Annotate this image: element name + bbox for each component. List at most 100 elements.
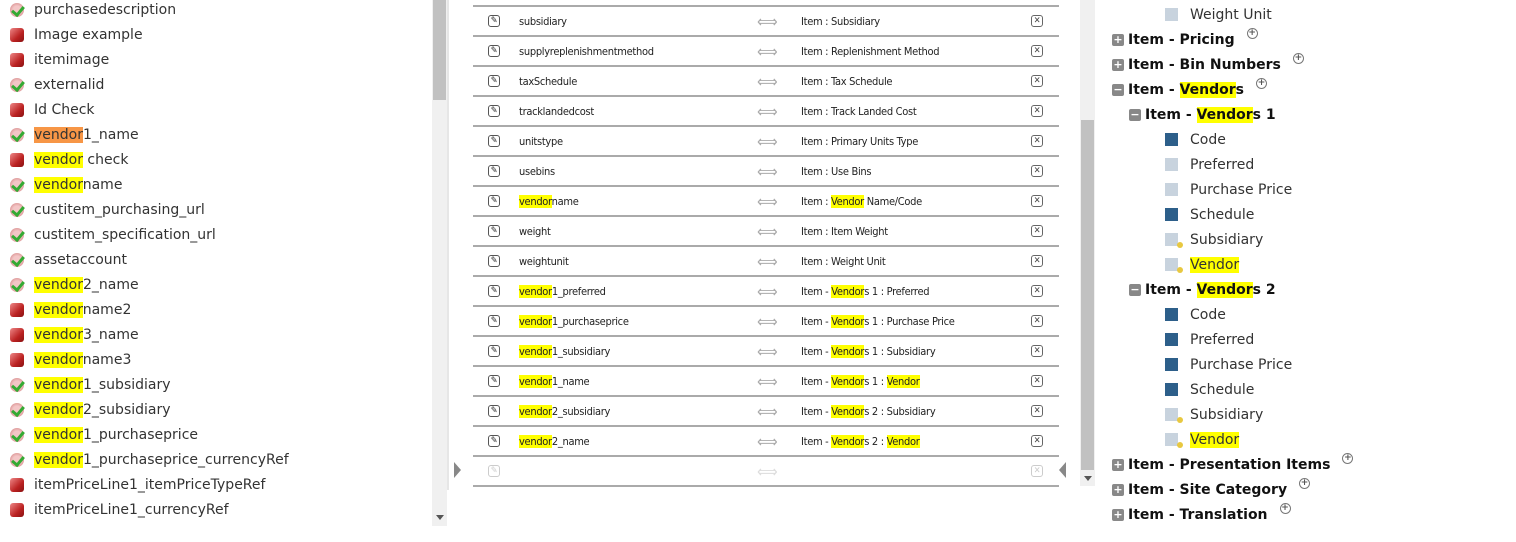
tree-field[interactable]: Purchase Price [1165,177,1292,202]
delete-icon[interactable]: ✕ [1031,195,1043,207]
delete-icon[interactable]: ✕ [1031,45,1043,57]
add-circle-icon[interactable]: + [1342,453,1354,464]
source-field-item[interactable]: itemPriceLine1_currencyRef [10,497,229,522]
source-field-item[interactable]: custitem_purchasing_url [10,197,205,222]
add-circle-icon[interactable]: + [1299,478,1311,489]
edit-icon[interactable]: ✎ [488,45,500,57]
source-field-item[interactable]: vendor2_name [10,272,139,297]
collapse-icon[interactable]: − [1112,83,1124,96]
delete-icon[interactable]: ✕ [1031,105,1043,117]
add-circle-icon[interactable]: + [1292,53,1304,64]
collapse-icon[interactable]: − [1129,283,1141,296]
tree-group[interactable]: − Item - Vendors 1 [1129,102,1276,127]
field-label: itemimage [34,52,109,68]
edit-icon[interactable]: ✎ [488,285,500,297]
mapping-scrollbar[interactable] [1080,0,1095,486]
source-field-item[interactable]: vendor1_purchaseprice_currencyRef [10,447,289,472]
source-field-item[interactable]: vendor1_subsidiary [10,372,171,397]
source-field-item[interactable]: vendor1_name [10,122,139,147]
delete-icon[interactable]: ✕ [1031,135,1043,147]
expand-icon[interactable]: + [1112,508,1124,521]
delete-icon[interactable]: ✕ [1031,225,1043,237]
field-label: vendor2_subsidiary [34,401,171,418]
add-circle-icon[interactable]: + [1246,28,1258,39]
edit-icon[interactable]: ✎ [488,75,500,87]
source-field-item[interactable]: vendor3_name [10,322,139,347]
delete-icon[interactable]: ✕ [1031,345,1043,357]
delete-icon[interactable]: ✕ [1031,375,1043,387]
expand-icon[interactable]: + [1112,33,1124,46]
expand-icon[interactable]: + [1112,458,1124,471]
delete-icon[interactable]: ✕ [1031,465,1043,477]
tree-field[interactable]: Schedule [1165,202,1254,227]
tree-field[interactable]: Subsidiary [1165,402,1263,427]
scrollbar-thumb[interactable] [433,0,446,100]
mapped-check-icon [10,452,24,467]
tree-group[interactable]: + Item - Pricing + [1112,27,1258,52]
tree-group[interactable]: + Item - Bin Numbers + [1112,52,1304,77]
scroll-down-arrow[interactable] [436,515,444,520]
edit-icon[interactable]: ✎ [488,165,500,177]
source-field-item[interactable]: itemimage [10,47,109,72]
scrollbar-thumb[interactable] [1081,120,1094,470]
delete-icon[interactable]: ✕ [1031,75,1043,87]
tree-group[interactable]: − Item - Vendors 2 [1129,277,1276,302]
source-field-item[interactable]: vendorname [10,172,122,197]
tree-field[interactable]: Vendor [1165,427,1240,452]
source-field-item[interactable]: assetaccount [10,247,127,272]
collapse-icon[interactable]: − [1129,108,1141,121]
tree-field[interactable]: Purchase Price [1165,352,1292,377]
edit-icon[interactable]: ✎ [488,465,500,477]
edit-icon[interactable]: ✎ [488,435,500,447]
delete-icon[interactable]: ✕ [1031,15,1043,27]
source-field-item[interactable]: vendorname3 [10,347,131,372]
add-circle-icon[interactable]: + [1255,78,1267,89]
source-field-item[interactable]: vendor check [10,147,128,172]
expand-right-handle[interactable] [1059,462,1066,478]
edit-icon[interactable]: ✎ [488,255,500,267]
edit-icon[interactable]: ✎ [488,345,500,357]
tree-field[interactable]: Vendor [1165,252,1240,277]
source-field-item[interactable]: Id Check [10,97,95,122]
edit-icon[interactable]: ✎ [488,135,500,147]
source-scrollbar[interactable] [432,0,447,526]
edit-icon[interactable]: ✎ [488,375,500,387]
tree-group[interactable]: − Item - Vendors + [1112,77,1267,102]
edit-icon[interactable]: ✎ [488,315,500,327]
tree-field[interactable]: Preferred [1165,327,1254,352]
tree-group[interactable]: + Item - Presentation Items + [1112,452,1354,477]
source-field-item[interactable]: Image example [10,22,143,47]
tree-field[interactable]: Code [1165,127,1226,152]
tree-field[interactable]: Code [1165,302,1226,327]
delete-icon[interactable]: ✕ [1031,285,1043,297]
source-field-item[interactable]: custitem_specification_url [10,222,216,247]
edit-icon[interactable]: ✎ [488,195,500,207]
tree-field[interactable]: Preferred [1165,152,1254,177]
tree-group[interactable]: + Item - Translation + [1112,502,1291,527]
delete-icon[interactable]: ✕ [1031,315,1043,327]
expand-left-handle[interactable] [454,462,461,478]
tree-group[interactable]: + Item - Site Category + [1112,477,1311,502]
source-field-item[interactable]: vendor2_subsidiary [10,397,171,422]
delete-icon[interactable]: ✕ [1031,165,1043,177]
target-field: Item - Vendors 1 : Preferred [801,284,930,298]
scroll-down-arrow[interactable] [1084,476,1092,481]
delete-icon[interactable]: ✕ [1031,255,1043,267]
add-circle-icon[interactable]: + [1279,503,1291,514]
tree-field[interactable]: Schedule [1165,377,1254,402]
source-field-item[interactable]: vendorname2 [10,297,131,322]
source-field-item[interactable]: vendor1_purchaseprice [10,422,198,447]
edit-icon[interactable]: ✎ [488,105,500,117]
source-field-item[interactable]: externalid [10,72,104,97]
expand-icon[interactable]: + [1112,483,1124,496]
delete-icon[interactable]: ✕ [1031,405,1043,417]
expand-icon[interactable]: + [1112,58,1124,71]
source-field-item[interactable]: itemPriceLine1_itemPriceTypeRef [10,472,265,497]
edit-icon[interactable]: ✎ [488,405,500,417]
source-field-item[interactable]: purchasedescription [10,0,176,22]
tree-field[interactable]: Weight Unit [1165,2,1272,27]
edit-icon[interactable]: ✎ [488,225,500,237]
edit-icon[interactable]: ✎ [488,15,500,27]
delete-icon[interactable]: ✕ [1031,435,1043,447]
tree-field[interactable]: Subsidiary [1165,227,1263,252]
